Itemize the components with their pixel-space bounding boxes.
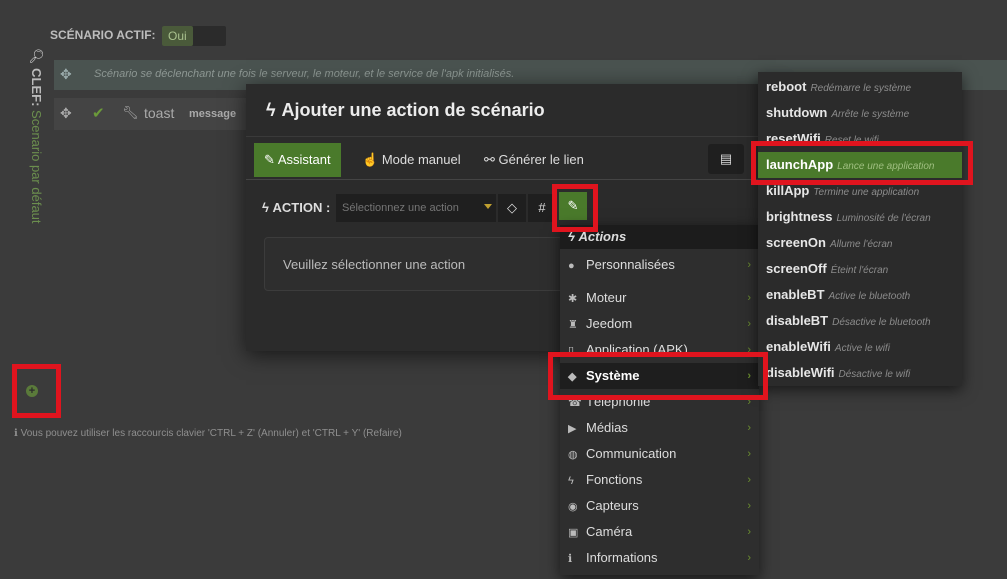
- chevron-right-icon: ›: [747, 552, 751, 564]
- eraser-icon: ◇: [507, 200, 517, 215]
- link-icon: ⚯: [484, 152, 495, 167]
- modal-tabs: ✎ Assistant ☝ Mode manuel ⚯ Générer le l…: [246, 136, 776, 180]
- action-select[interactable]: [336, 194, 496, 222]
- scenario-active-label: SCÉNARIO ACTIF:: [50, 28, 156, 42]
- wrench-icon: 🔧︎: [122, 105, 139, 120]
- move-icon[interactable]: ✥: [60, 105, 72, 122]
- submenu-item-enablewifi[interactable]: enableWifi Active le wifi: [758, 334, 962, 360]
- chevron-right-icon: ›: [747, 500, 751, 512]
- trigger-text: Scénario se déclenchant une fois le serv…: [94, 68, 515, 80]
- chevron-right-icon: ›: [747, 292, 751, 304]
- actions-menu: ϟ Actions ● Personnalisées › ✱ Moteur › ♜ Jee…: [560, 225, 759, 575]
- info-icon: ℹ: [568, 553, 573, 565]
- chevron-right-icon: ›: [747, 474, 751, 486]
- key-label: CLEF:: [29, 68, 44, 107]
- highlight-add-button: [12, 364, 61, 418]
- highlight-systeme: [548, 352, 768, 400]
- submenu-item-screenoff[interactable]: screenOff Éteint l'écran: [758, 256, 962, 282]
- menu-item-communication[interactable]: ◍ Communication ›: [560, 441, 759, 467]
- gear-icon: ✱: [568, 293, 578, 305]
- menu-item-fonctions[interactable]: ϟ Fonctions ›: [560, 467, 759, 493]
- bolt-icon: ϟ: [266, 100, 276, 120]
- menu-item-moteur[interactable]: ✱ Moteur ›: [560, 285, 759, 311]
- menu-item-medias[interactable]: ▶ Médias ›: [560, 415, 759, 441]
- eraser-button[interactable]: ◇: [498, 194, 526, 222]
- scenario-key-vertical: 🔍︎ CLEF: Scenario par défaut: [20, 48, 44, 278]
- submenu-item-screenon[interactable]: screenOn Allume l'écran: [758, 230, 962, 256]
- chevron-right-icon: ›: [747, 259, 751, 271]
- menu-item-camera[interactable]: ▣ Caméra ›: [560, 519, 759, 545]
- menu-item-personnalisees[interactable]: ● Personnalisées ›: [560, 252, 759, 278]
- empty-action-text: Veuillez sélectionner une action: [283, 257, 466, 272]
- jeedom-icon: ♜: [568, 319, 578, 331]
- documentation-button[interactable]: ▤: [708, 144, 744, 174]
- tab-generate-link[interactable]: ⚯ Générer le lien: [474, 143, 594, 177]
- key-icon: 🔍︎: [29, 48, 44, 65]
- move-icon[interactable]: ✥: [60, 66, 72, 83]
- chevron-right-icon: ›: [747, 526, 751, 538]
- menu-item-jeedom[interactable]: ♜ Jeedom ›: [560, 311, 759, 337]
- action-label: ϟ ACTION :: [262, 200, 331, 215]
- eye-icon: ◉: [568, 501, 578, 513]
- highlight-launchapp: [751, 141, 973, 185]
- empty-action-panel: Veuillez sélectionner une action: [264, 237, 564, 291]
- globe-icon: ◍: [568, 449, 578, 461]
- menu-item-informations[interactable]: ℹ Informations ›: [560, 545, 759, 571]
- camera-icon: ▣: [568, 527, 579, 539]
- check-icon[interactable]: ✔: [92, 104, 105, 122]
- submenu-item-shutdown[interactable]: shutdown Arrête le système: [758, 100, 962, 126]
- hand-pointer-icon: ☝: [362, 152, 379, 167]
- scenario-active-toggle[interactable]: Oui: [162, 26, 226, 46]
- hash-icon: #: [538, 200, 546, 215]
- keyboard-hint: ℹ Vous pouvez utiliser les raccourcis cl…: [14, 428, 402, 439]
- chevron-right-icon: ›: [747, 318, 751, 330]
- document-icon: ▤: [719, 151, 733, 166]
- tab-assistant[interactable]: ✎ Assistant: [254, 143, 341, 177]
- key-value: Scenario par défaut: [29, 110, 44, 224]
- highlight-magic-wand: [552, 184, 598, 232]
- play-icon: ▶: [568, 423, 577, 435]
- row-action-name: toast: [144, 105, 175, 121]
- submenu-item-brightness[interactable]: brightness Luminosité de l'écran: [758, 204, 962, 230]
- bolt-icon: ϟ: [568, 475, 574, 487]
- magic-wand-icon: ✎: [264, 152, 275, 167]
- chevron-down-icon[interactable]: [484, 204, 492, 209]
- submenu-item-enablebt[interactable]: enableBT Active le bluetooth: [758, 282, 962, 308]
- action-row[interactable]: ✥ ✔ 🔧︎ toast message: [54, 98, 254, 130]
- chevron-right-icon: ›: [747, 448, 751, 460]
- user-icon: ●: [568, 260, 575, 272]
- submenu-item-disablebt[interactable]: disableBT Désactive le bluetooth: [758, 308, 962, 334]
- tab-manual-mode[interactable]: ☝ Mode manuel: [352, 143, 471, 177]
- submenu-item-reboot[interactable]: reboot Redémarre le système: [758, 74, 962, 100]
- modal-title: ϟ Ajouter une action de scénario: [266, 100, 545, 120]
- system-submenu: reboot Redémarre le système shutdown Arrêt…: [758, 72, 962, 386]
- submenu-item-disablewifi[interactable]: disableWifi Désactive le wifi: [758, 360, 962, 386]
- chevron-right-icon: ›: [747, 422, 751, 434]
- row-param-label: message: [189, 108, 237, 120]
- scenario-active-value: Oui: [162, 26, 193, 46]
- menu-item-capteurs[interactable]: ◉ Capteurs ›: [560, 493, 759, 519]
